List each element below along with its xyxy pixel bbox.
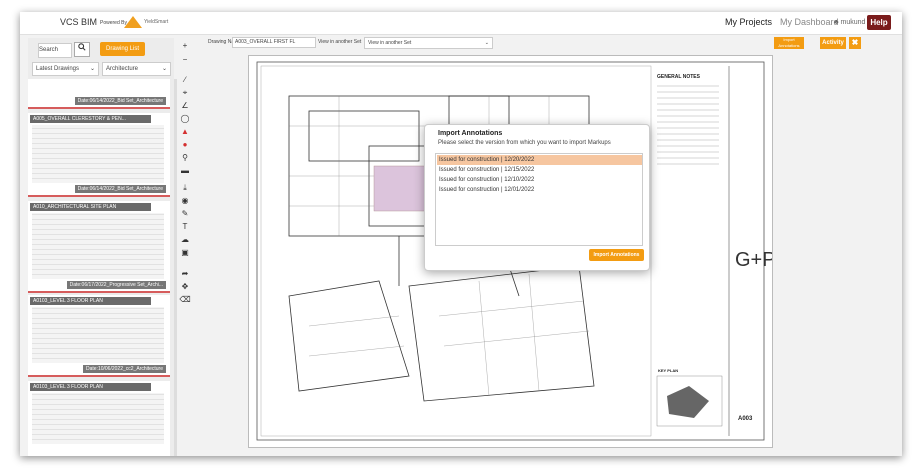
thumbnail-title: A010_ARCHITECTURAL SITE PLAN — [30, 203, 151, 211]
attach-icon[interactable]: ⚲ — [178, 152, 192, 163]
thumbnail-date: Date:06/14/2022_Bid Set_Architecture — [74, 97, 166, 105]
drawing-thumbnail[interactable]: A010_ARCHITECTURAL SITE PLAN Date:06/17/… — [28, 201, 170, 293]
drawing-thumbnail[interactable]: A005_OVERALL CLERESTORY & PEN... Date:06… — [28, 113, 170, 197]
dialog-subtitle: Please select the version from which you… — [438, 140, 611, 146]
thumbnail-image — [32, 125, 164, 183]
angle-tool-icon[interactable]: ∠ — [178, 100, 192, 111]
import-annotations-dialog: Import Annotations Please select the ver… — [424, 124, 650, 271]
thumbnail-title: A005_OVERALL CLERESTORY & PEN... — [30, 115, 151, 123]
ruler-icon[interactable]: ▬ — [178, 165, 192, 176]
import-annotations-button[interactable]: Import Annotations — [589, 249, 644, 261]
view-other-set-value: View in another Set — [368, 40, 412, 46]
view-other-set-label: View in another Set — [318, 39, 362, 45]
drawing-thumbnail[interactable]: A0103_LEVEL 3 FLOOR PLAN Date:10/06/2022… — [28, 295, 170, 377]
key-plan-label: KEY PLAN — [658, 368, 679, 373]
latest-drawings-select[interactable]: Latest Drawings ⌄ — [32, 62, 99, 76]
yieldsmart-logo-icon — [124, 16, 142, 28]
drawing-sidebar: Search Drawing List Latest Drawings ⌄ Ar… — [28, 38, 177, 456]
general-notes-heading: GENERAL NOTES — [657, 74, 700, 80]
text-tool-icon[interactable]: T — [178, 221, 192, 232]
thumbnail-date: Date:06/14/2022_Bid Set_Architecture — [74, 185, 166, 193]
search-button[interactable] — [74, 42, 90, 57]
thumbnail-date: Date:06/17/2022_Progressive Set_Archi... — [66, 281, 166, 289]
app-window: VCS BIM Powered By YieldSmart My Project… — [20, 12, 902, 456]
thumbnail-title: A0103_LEVEL 3 FLOOR PLAN — [30, 383, 151, 391]
powered-by-text: Powered By — [100, 20, 127, 26]
discipline-select[interactable]: Architecture ⌄ — [102, 62, 171, 76]
chevron-down-icon: ⌄ — [484, 40, 489, 46]
logo-text: YieldSmart — [144, 19, 169, 25]
move-icon[interactable]: ✥ — [178, 281, 192, 292]
warning-icon[interactable]: ▲ — [178, 126, 192, 137]
svg-text:G+P: G+P — [735, 249, 772, 271]
version-option[interactable]: Issued for construction | 12/20/2022 — [437, 155, 642, 165]
circle-tool-icon[interactable]: ◯ — [178, 113, 192, 124]
download-icon[interactable]: ⤓ — [178, 182, 192, 193]
zoom-in-icon[interactable]: + — [178, 40, 192, 51]
drawing-thumbnail[interactable]: Date:06/14/2022_Bid Set_Architecture — [28, 79, 170, 109]
drawing-name-field[interactable]: A003_OVERALL FIRST FL — [232, 37, 316, 48]
sheet-number: A003 — [738, 416, 753, 422]
zoom-out-icon[interactable]: − — [178, 54, 192, 65]
close-icon[interactable]: ✖ — [849, 37, 861, 49]
top-header: VCS BIM Powered By YieldSmart My Project… — [20, 12, 902, 35]
image-icon[interactable]: ▣ — [178, 247, 192, 258]
sidebar-scrollbar[interactable] — [174, 79, 177, 456]
thumbnail-image — [32, 307, 164, 363]
version-option[interactable]: Issued for construction | 12/15/2022 — [437, 165, 642, 175]
thumbnail-image — [32, 393, 164, 444]
nav-my-dashboard[interactable]: My Dashboard — [780, 17, 839, 27]
import-annotations-toolbar-button[interactable]: Import Annotations — [774, 37, 804, 49]
select-arrow-icon[interactable]: ➦ — [178, 268, 192, 279]
user-menu[interactable]: ♣ mukund ▾ — [834, 18, 871, 26]
discipline-value: Architecture — [106, 66, 139, 72]
thumbnail-title: A0103_LEVEL 3 FLOOR PLAN — [30, 297, 151, 305]
line-tool-icon[interactable]: ∕ — [178, 74, 192, 85]
stop-icon[interactable]: ● — [178, 139, 192, 150]
cloud-icon[interactable]: ☁ — [178, 234, 192, 245]
dialog-title: Import Annotations — [438, 130, 503, 137]
markup-toolbar: + − ∕ ⌖ ∠ ◯ ▲ ● ⚲ ▬ ⤓ ◉ ✎ T ☁ ▣ ➦ ✥ ⌫ — [178, 38, 192, 456]
thumbnail-list: Date:06/14/2022_Bid Set_Architecture A00… — [28, 79, 174, 456]
chevron-down-icon: ⌄ — [89, 66, 95, 72]
drawing-list-button[interactable]: Drawing List — [100, 42, 145, 56]
chevron-down-icon: ⌄ — [161, 66, 167, 72]
version-option[interactable]: Issued for construction | 12/01/2022 — [437, 185, 642, 195]
dimension-tool-icon[interactable]: ⌖ — [178, 87, 192, 98]
version-option[interactable]: Issued for construction | 12/10/2022 — [437, 175, 642, 185]
activity-button[interactable]: Activity — [820, 37, 846, 49]
view-other-set-select[interactable]: View in another Set ⌄ — [364, 37, 493, 49]
camera-icon[interactable]: ◉ — [178, 195, 192, 206]
trash-icon[interactable]: ⌫ — [178, 294, 192, 305]
search-icon — [78, 43, 86, 51]
latest-drawings-value: Latest Drawings — [36, 66, 80, 72]
drawing-thumbnail[interactable]: A0103_LEVEL 3 FLOOR PLAN — [28, 381, 170, 456]
pen-icon[interactable]: ✎ — [178, 208, 192, 219]
version-list: Issued for construction | 12/20/2022 Iss… — [435, 153, 643, 246]
nav-my-projects[interactable]: My Projects — [725, 17, 772, 27]
search-input[interactable]: Search — [38, 43, 72, 58]
brand-title: VCS BIM — [60, 17, 98, 27]
thumbnail-date: Date:10/06/2022_cc2_Architecture — [83, 365, 166, 373]
thumbnail-image — [32, 213, 164, 279]
help-button[interactable]: Help — [867, 15, 891, 30]
